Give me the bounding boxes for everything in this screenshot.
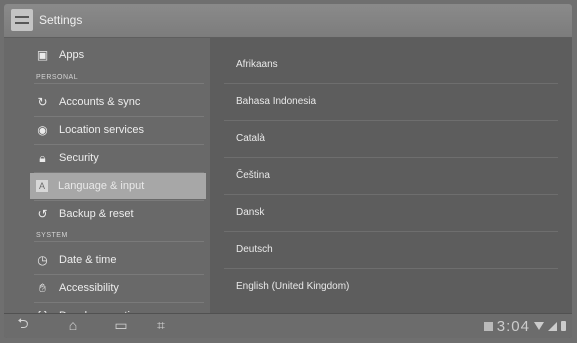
sidebar-item-label: Backup & reset	[59, 208, 134, 220]
sidebar-item-language-input[interactable]: A Language & input	[30, 173, 206, 199]
action-bar: Settings	[4, 4, 572, 38]
sidebar-item-label: Location services	[59, 124, 144, 136]
backup-icon: ↺	[37, 207, 48, 221]
back-button[interactable]: ⮌	[6, 315, 40, 334]
tablet-screen: Settings ▣ Apps PERSONAL ↻ Accounts & sy…	[4, 4, 572, 338]
clock-icon: ◷	[37, 253, 48, 267]
list-item[interactable]: Deutsch	[210, 231, 572, 268]
sidebar-item-label: Accounts & sync	[59, 96, 141, 108]
sync-icon: ↻	[37, 95, 48, 109]
lock-icon: 🔒︎	[39, 150, 46, 165]
sidebar-item-label: Apps	[59, 49, 85, 61]
system-navigation-bar: ⮌ ⌂ ▭ ⌗ 3:04	[4, 313, 572, 338]
settings-sidebar: ▣ Apps PERSONAL ↻ Accounts & sync ◉ Loca…	[4, 38, 210, 322]
list-item[interactable]: English (United Kingdom)	[210, 268, 572, 305]
notification-icon	[483, 321, 493, 331]
wifi-icon	[534, 322, 544, 330]
recent-apps-button[interactable]: ▭	[104, 316, 138, 334]
home-icon: ⌂	[68, 317, 78, 333]
screenshot-button[interactable]: ⌗	[144, 316, 178, 334]
sidebar-item-label: Language & input	[58, 180, 145, 192]
list-item[interactable]: Afrikaans	[210, 46, 572, 83]
list-item[interactable]: Čeština	[210, 157, 572, 194]
section-divider	[34, 241, 204, 242]
section-header-personal: PERSONAL	[36, 74, 79, 81]
language-icon: A	[36, 180, 48, 192]
apps-icon: ▣	[36, 48, 49, 62]
sidebar-item-security[interactable]: 🔒︎ Security	[30, 145, 206, 171]
list-item[interactable]: Bahasa Indonesia	[210, 83, 572, 120]
clock: 3:04	[496, 317, 530, 335]
list-item[interactable]: Català	[210, 120, 572, 157]
sidebar-item-accessibility[interactable]: ✋︎ Accessibility	[30, 275, 206, 301]
sidebar-item-label: Accessibility	[59, 282, 119, 294]
status-area[interactable]: 3:04	[483, 317, 566, 335]
sidebar-item-label: Date & time	[59, 254, 117, 266]
hand-icon: ✋︎	[39, 280, 46, 295]
language-list: Afrikaans Bahasa Indonesia Català Češtin…	[210, 38, 572, 318]
sidebar-item-label: Security	[59, 152, 99, 164]
settings-icon[interactable]	[11, 9, 33, 31]
recent-apps-icon: ▭	[114, 316, 128, 333]
sidebar-item-date-time[interactable]: ◷ Date & time	[30, 247, 206, 273]
location-icon: ◉	[37, 123, 48, 137]
home-button[interactable]: ⌂	[56, 316, 90, 334]
back-icon: ⮌	[17, 315, 29, 331]
sidebar-item-apps[interactable]: ▣ Apps	[30, 42, 206, 68]
sidebar-item-backup-reset[interactable]: ↺ Backup & reset	[30, 201, 206, 227]
section-divider	[34, 83, 204, 84]
sidebar-item-location-services[interactable]: ◉ Location services	[30, 117, 206, 143]
battery-icon	[561, 321, 566, 331]
signal-icon	[548, 321, 557, 331]
app-title: Settings	[39, 13, 83, 27]
sidebar-item-accounts-sync[interactable]: ↻ Accounts & sync	[30, 89, 206, 115]
screenshot-icon: ⌗	[157, 316, 165, 333]
section-header-system: SYSTEM	[36, 232, 68, 239]
list-item[interactable]: Dansk	[210, 194, 572, 231]
